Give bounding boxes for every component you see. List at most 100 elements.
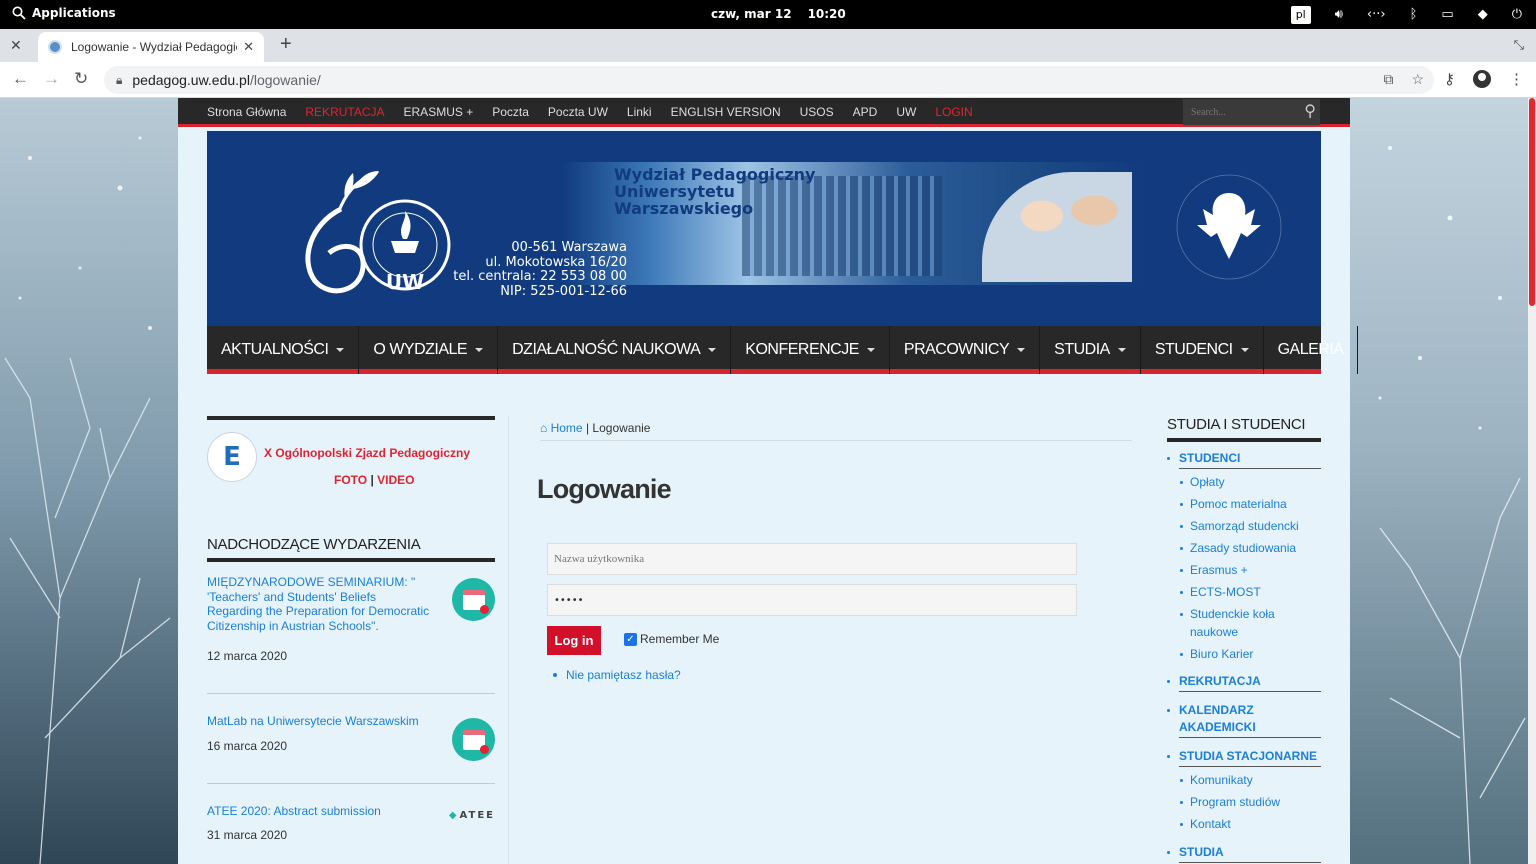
bookmark-star-icon[interactable]: ☆	[1411, 71, 1424, 88]
menu-sub-link[interactable]: Erasmus +	[1180, 562, 1321, 580]
university-seal-logo	[1176, 174, 1282, 280]
top-menu-item-login[interactable]: LOGIN	[935, 105, 972, 119]
menu-section-link[interactable]: KALENDARZ AKADEMICKI	[1167, 702, 1321, 738]
clock[interactable]: czw, mar 12 10:20	[711, 7, 846, 21]
top-menu-item-uw[interactable]: UW	[896, 105, 916, 119]
search-icon[interactable]: ⚲	[1304, 101, 1316, 121]
top-menu-item-erasmus[interactable]: ERASMUS +	[404, 105, 474, 119]
breadcrumb-home-link[interactable]: ⌂ Home	[540, 421, 583, 435]
nav-item-7[interactable]: STUDENCI	[1141, 326, 1264, 374]
menu-sub-link[interactable]: Kontakt	[1180, 816, 1321, 834]
event-title-link[interactable]: ATEE 2020: Abstract submission	[207, 804, 432, 819]
nav-item-label: O WYDZIALE	[373, 341, 468, 358]
top-utility-menu: Strona Główna REKRUTACJA ERASMUS + Poczta Po…	[178, 98, 1350, 127]
lock-icon[interactable]: 🔒︎	[116, 73, 122, 88]
os-top-bar: Applications czw, mar 12 10:20 pl 🔊︎ ‹··›…	[0, 0, 1536, 29]
page-viewport: Strona Główna REKRUTACJA ERASMUS + Poczta Po…	[0, 98, 1528, 864]
event-date: 12 marca 2020	[207, 649, 288, 663]
menu-sub-link[interactable]: Pomoc materialna	[1180, 496, 1321, 514]
event-title-link[interactable]: MIĘDZYNARODOWE SEMINARIUM: " 'Teachers' …	[207, 575, 432, 633]
username-input[interactable]	[547, 543, 1077, 575]
translate-icon[interactable]: ⧉	[1383, 71, 1393, 88]
volume-icon[interactable]: 🔊︎	[1335, 7, 1343, 22]
breadcrumb: ⌂ Home | Logowanie	[540, 421, 1132, 441]
menu-sub-link[interactable]: Komunikaty	[1180, 772, 1321, 790]
clock-date: czw, mar 12	[711, 7, 792, 21]
top-menu-item-poczta-uw[interactable]: Poczta UW	[548, 105, 608, 119]
menu-sub-link[interactable]: Biuro Karier	[1180, 646, 1321, 664]
calendar-icon[interactable]	[452, 718, 495, 761]
winter-background-left	[0, 98, 178, 864]
profile-avatar-icon[interactable]	[1473, 70, 1491, 88]
power-icon[interactable]: ⏻	[1512, 7, 1522, 22]
new-tab-icon[interactable]: +	[280, 33, 292, 56]
top-menu-item-apd[interactable]: APD	[853, 105, 878, 119]
top-menu-item-english-version[interactable]: ENGLISH VERSION	[671, 105, 781, 119]
nav-item-3[interactable]: DZIAŁALNOŚĆ NAUKOWA	[498, 326, 732, 374]
atee-logo-icon[interactable]: ATEE	[449, 810, 495, 821]
event-item: MIĘDZYNARODOWE SEMINARIUM: " 'Teachers' …	[207, 562, 495, 694]
menu-sub-link[interactable]: Opłaty	[1180, 474, 1321, 492]
calendar-icon[interactable]	[452, 578, 495, 621]
forward-arrow-icon[interactable]: →	[43, 69, 60, 89]
menu-sub-link[interactable]: Studenckie koła naukowe	[1180, 606, 1321, 641]
applications-menu[interactable]: Applications	[12, 6, 116, 20]
nav-item-4[interactable]: KONFERENCJE	[731, 326, 890, 374]
menu-sub-link[interactable]: Zasady studiowania	[1180, 540, 1321, 558]
login-button[interactable]: Log in	[547, 626, 601, 655]
site-search: ⚲	[1183, 99, 1320, 125]
menu-sub-link[interactable]: Samorząd studencki	[1180, 518, 1321, 536]
header-banner: UW Wydział Pedagogiczny Uniwersytetu War…	[207, 131, 1321, 326]
zjazd-logo-icon[interactable]: E	[207, 432, 257, 482]
bluetooth-icon[interactable]: ᛒ	[1410, 7, 1418, 22]
upcoming-events-title: NADCHODZĄCE WYDARZENIA	[207, 536, 495, 562]
nav-item-1[interactable]: AKTUALNOŚCI	[207, 326, 360, 374]
event-title-link[interactable]: MatLab na Uniwersytecie Warszawskim	[207, 714, 432, 729]
studia-studenci-menu: STUDENCI Opłaty Pomoc materialna Samorząd s…	[1167, 450, 1321, 863]
restore-window-icon[interactable]: ⤡	[1514, 37, 1524, 53]
top-menu-item-usos[interactable]: USOS	[800, 105, 834, 119]
menu-sub-link[interactable]: ECTS-MOST	[1180, 584, 1321, 602]
menu-section-link[interactable]: STUDENCI	[1167, 450, 1321, 469]
nav-item-2[interactable]: O WYDZIALE	[359, 326, 499, 374]
close-tab-icon[interactable]: ✕	[243, 39, 254, 55]
more-menu-icon[interactable]: ⋮	[1509, 70, 1524, 88]
close-window-icon[interactable]: ✕	[10, 37, 22, 54]
menu-section-link[interactable]: REKRUTACJA	[1167, 673, 1321, 692]
menu-section-link[interactable]: STUDIA STACJONARNE	[1167, 748, 1321, 767]
nav-item-6[interactable]: STUDIA	[1040, 326, 1141, 374]
clock-time: 10:20	[807, 7, 846, 21]
zjazd-link[interactable]: X Ogólnopolski Zjazd Pedagogiczny	[264, 446, 470, 460]
network-icon[interactable]: ‹··›	[1367, 7, 1386, 22]
remember-me-checkbox[interactable]: ✓	[624, 632, 637, 646]
forgot-password-link[interactable]: Nie pamiętasz hasła?	[553, 668, 681, 682]
page-scrollbar[interactable]	[1528, 98, 1536, 864]
menu-sub-link[interactable]: Program studiów	[1180, 794, 1321, 812]
key-icon[interactable]: ⚷	[1444, 70, 1455, 88]
video-link[interactable]: VIDEO	[377, 473, 414, 487]
password-input[interactable]	[547, 584, 1077, 616]
nav-item-5[interactable]: PRACOWNICY	[890, 326, 1041, 374]
keyboard-layout-indicator[interactable]: pl	[1290, 5, 1311, 24]
browser-tab-active[interactable]: Logowanie - Wydział Pedagogiczny ✕	[38, 32, 264, 62]
foto-link[interactable]: FOTO	[334, 473, 367, 487]
chevron-down-icon	[1117, 348, 1126, 352]
foto-video-links: FOTO | VIDEO	[334, 473, 415, 487]
top-menu-item-rekrutacja[interactable]: REKRUTACJA	[305, 105, 384, 119]
top-menu-item-poczta[interactable]: Poczta	[492, 105, 529, 119]
top-menu-item-linki[interactable]: Linki	[627, 105, 652, 119]
address-bar[interactable]: 🔒︎ pedagog.uw.edu.pl/logowanie/ ⧉ ☆	[104, 66, 1434, 94]
address-line3: tel. centrala: 22 553 08 00	[453, 269, 627, 284]
menu-section-link[interactable]: STUDIA	[1167, 844, 1321, 863]
remember-me[interactable]: ✓ Remember Me	[624, 632, 719, 646]
site-search-input[interactable]	[1191, 106, 1291, 118]
battery-icon[interactable]: ▭	[1441, 7, 1453, 22]
reload-icon[interactable]: ↻	[74, 69, 88, 89]
back-arrow-icon[interactable]: ←	[12, 69, 29, 89]
notifications-icon[interactable]: ◆	[1478, 7, 1488, 22]
chevron-down-icon	[1017, 348, 1026, 352]
logo-uw-text: UW	[386, 270, 424, 294]
nav-item-8[interactable]: GALERIA	[1264, 326, 1359, 374]
scrollbar-thumb[interactable]	[1529, 98, 1535, 306]
top-menu-item-strona-główna[interactable]: Strona Główna	[207, 105, 286, 119]
